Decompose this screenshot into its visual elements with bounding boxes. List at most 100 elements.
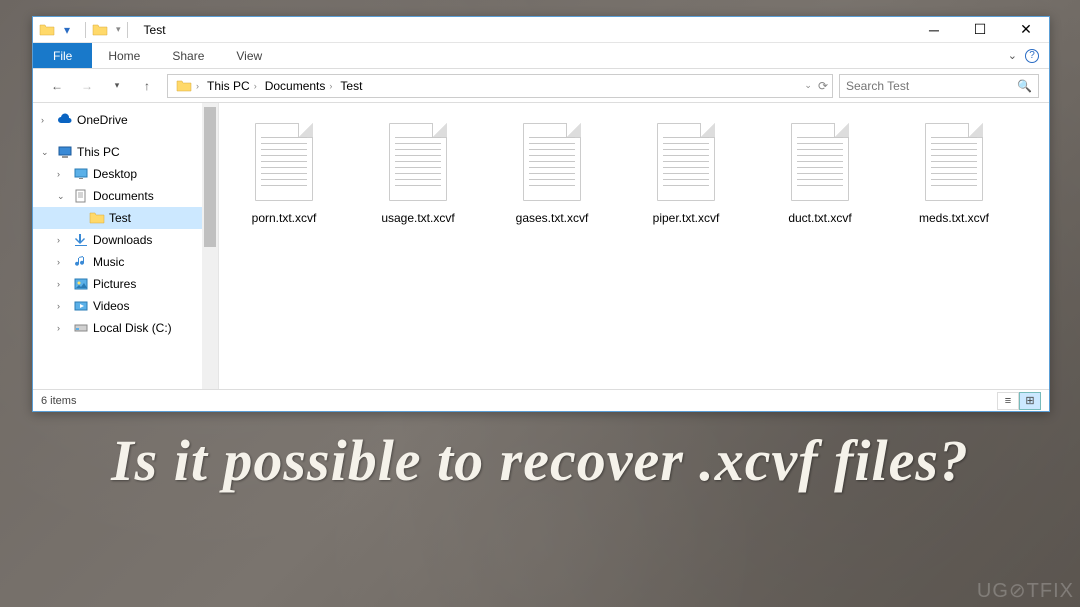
help-icon[interactable]: ?: [1025, 49, 1039, 63]
disk-icon: [73, 320, 89, 336]
pc-icon: [57, 144, 73, 160]
search-icon[interactable]: 🔍: [1017, 79, 1032, 93]
documents-icon: [73, 188, 89, 204]
file-label: porn.txt.xcvf: [252, 211, 317, 225]
tree-item-label: Downloads: [93, 233, 152, 247]
file-item[interactable]: piper.txt.xcvf: [631, 119, 741, 225]
tree-item-local-disk-c-[interactable]: › Local Disk (C:): [33, 317, 218, 339]
recent-dropdown[interactable]: ▾: [103, 73, 131, 99]
chevron-down-icon[interactable]: ▾: [116, 24, 121, 35]
tree-item-desktop[interactable]: › Desktop: [33, 163, 218, 185]
details-view-button[interactable]: ≡: [997, 392, 1019, 410]
tree-item-label: Local Disk (C:): [93, 321, 172, 335]
divider: [127, 22, 128, 38]
tab-share[interactable]: Share: [156, 43, 220, 68]
item-count: 6 items: [41, 395, 76, 407]
divider: [85, 22, 86, 38]
chevron-icon[interactable]: ⌄: [41, 147, 53, 158]
refresh-icon[interactable]: ⟳: [818, 79, 828, 93]
tree-item-label: OneDrive: [77, 113, 128, 127]
file-label: duct.txt.xcvf: [788, 211, 851, 225]
chevron-icon[interactable]: ›: [57, 257, 69, 267]
breadcrumb-item[interactable]: This PC ›: [203, 79, 261, 93]
file-item[interactable]: meds.txt.xcvf: [899, 119, 1009, 225]
tree-item-label: Desktop: [93, 167, 137, 181]
scrollbar[interactable]: [202, 103, 218, 389]
breadcrumb-label: This PC: [207, 79, 250, 93]
file-label: gases.txt.xcvf: [516, 211, 589, 225]
tree-item-onedrive[interactable]: › OneDrive: [33, 109, 218, 131]
scrollbar-thumb[interactable]: [204, 107, 216, 247]
file-label: meds.txt.xcvf: [919, 211, 989, 225]
file-pane[interactable]: porn.txt.xcvf usage.txt.xcvf gases.txt.xcv…: [219, 103, 1049, 389]
downloads-icon: [73, 232, 89, 248]
tree-item-this-pc[interactable]: ⌄ This PC: [33, 141, 218, 163]
tab-view[interactable]: View: [220, 43, 278, 68]
address-dropdown-icon[interactable]: ⌄: [804, 80, 812, 91]
folder-open-icon[interactable]: [92, 22, 108, 38]
breadcrumb-item[interactable]: Documents ›: [261, 79, 337, 93]
file-label: piper.txt.xcvf: [653, 211, 720, 225]
breadcrumb-root-icon[interactable]: ›: [172, 78, 203, 94]
tree-item-documents[interactable]: ⌄ Documents: [33, 185, 218, 207]
pictures-icon: [73, 276, 89, 292]
tree-item-test[interactable]: Test: [33, 207, 218, 229]
tab-home[interactable]: Home: [92, 43, 156, 68]
chevron-icon[interactable]: ›: [57, 235, 69, 245]
watermark: UG⊘TFIX: [977, 578, 1074, 603]
videos-icon: [73, 298, 89, 314]
file-icon: [247, 119, 321, 207]
tree-item-label: Videos: [93, 299, 129, 313]
file-item[interactable]: gases.txt.xcvf: [497, 119, 607, 225]
close-button[interactable]: ✕: [1003, 17, 1049, 43]
file-label: usage.txt.xcvf: [381, 211, 454, 225]
quick-save-icon[interactable]: ▾: [59, 22, 75, 38]
tree-item-videos[interactable]: › Videos: [33, 295, 218, 317]
tree-item-label: Pictures: [93, 277, 136, 291]
minimize-button[interactable]: ─: [911, 17, 957, 43]
quick-access-toolbar: ▾: [92, 22, 121, 38]
forward-button[interactable]: →: [73, 73, 101, 99]
breadcrumb-label: Documents: [265, 79, 326, 93]
file-icon: [917, 119, 991, 207]
file-icon: [515, 119, 589, 207]
caption-text: Is it possible to recover .xcvf files?: [0, 428, 1080, 495]
search-input[interactable]: [846, 79, 1017, 93]
chevron-icon[interactable]: ›: [57, 169, 69, 179]
file-icon: [381, 119, 455, 207]
search-box[interactable]: 🔍: [839, 74, 1039, 98]
file-item[interactable]: porn.txt.xcvf: [229, 119, 339, 225]
folder-icon: [39, 22, 55, 38]
chevron-icon[interactable]: ⌄: [57, 191, 69, 202]
back-button[interactable]: ←: [43, 73, 71, 99]
navigation-bar: ← → ▾ ↑ › This PC › Documents › Test ⌄ ⟳: [33, 69, 1049, 103]
maximize-button[interactable]: ☐: [957, 17, 1003, 43]
file-explorer-window: ▾ ▾ Test ─ ☐ ✕ File Home Share View ⌄ ? …: [32, 16, 1050, 412]
file-menu[interactable]: File: [33, 43, 92, 68]
desktop-icon: [73, 166, 89, 182]
address-bar[interactable]: › This PC › Documents › Test ⌄ ⟳: [167, 74, 833, 98]
tree-item-music[interactable]: › Music: [33, 251, 218, 273]
tree-item-label: Documents: [93, 189, 154, 203]
music-icon: [73, 254, 89, 270]
up-button[interactable]: ↑: [133, 73, 161, 99]
body: ›OneDrive⌄This PC›Desktop⌄DocumentsTest›…: [33, 103, 1049, 389]
tree-item-pictures[interactable]: › Pictures: [33, 273, 218, 295]
tree-item-label: Music: [93, 255, 124, 269]
tree-item-label: This PC: [77, 145, 120, 159]
ribbon-tabs: File Home Share View ⌄ ?: [33, 43, 1049, 69]
ribbon-expand-icon[interactable]: ⌄: [1008, 49, 1017, 62]
file-item[interactable]: duct.txt.xcvf: [765, 119, 875, 225]
chevron-icon[interactable]: ›: [57, 301, 69, 311]
tree-item-downloads[interactable]: › Downloads: [33, 229, 218, 251]
chevron-icon[interactable]: ›: [57, 323, 69, 333]
file-icon: [649, 119, 723, 207]
window-title: Test: [144, 23, 166, 37]
icons-view-button[interactable]: ⊞: [1019, 392, 1041, 410]
breadcrumb-item[interactable]: Test: [336, 79, 366, 93]
chevron-icon[interactable]: ›: [41, 115, 53, 125]
chevron-icon[interactable]: ›: [57, 279, 69, 289]
breadcrumb-label: Test: [340, 79, 362, 93]
file-item[interactable]: usage.txt.xcvf: [363, 119, 473, 225]
folder-icon: [89, 210, 105, 226]
